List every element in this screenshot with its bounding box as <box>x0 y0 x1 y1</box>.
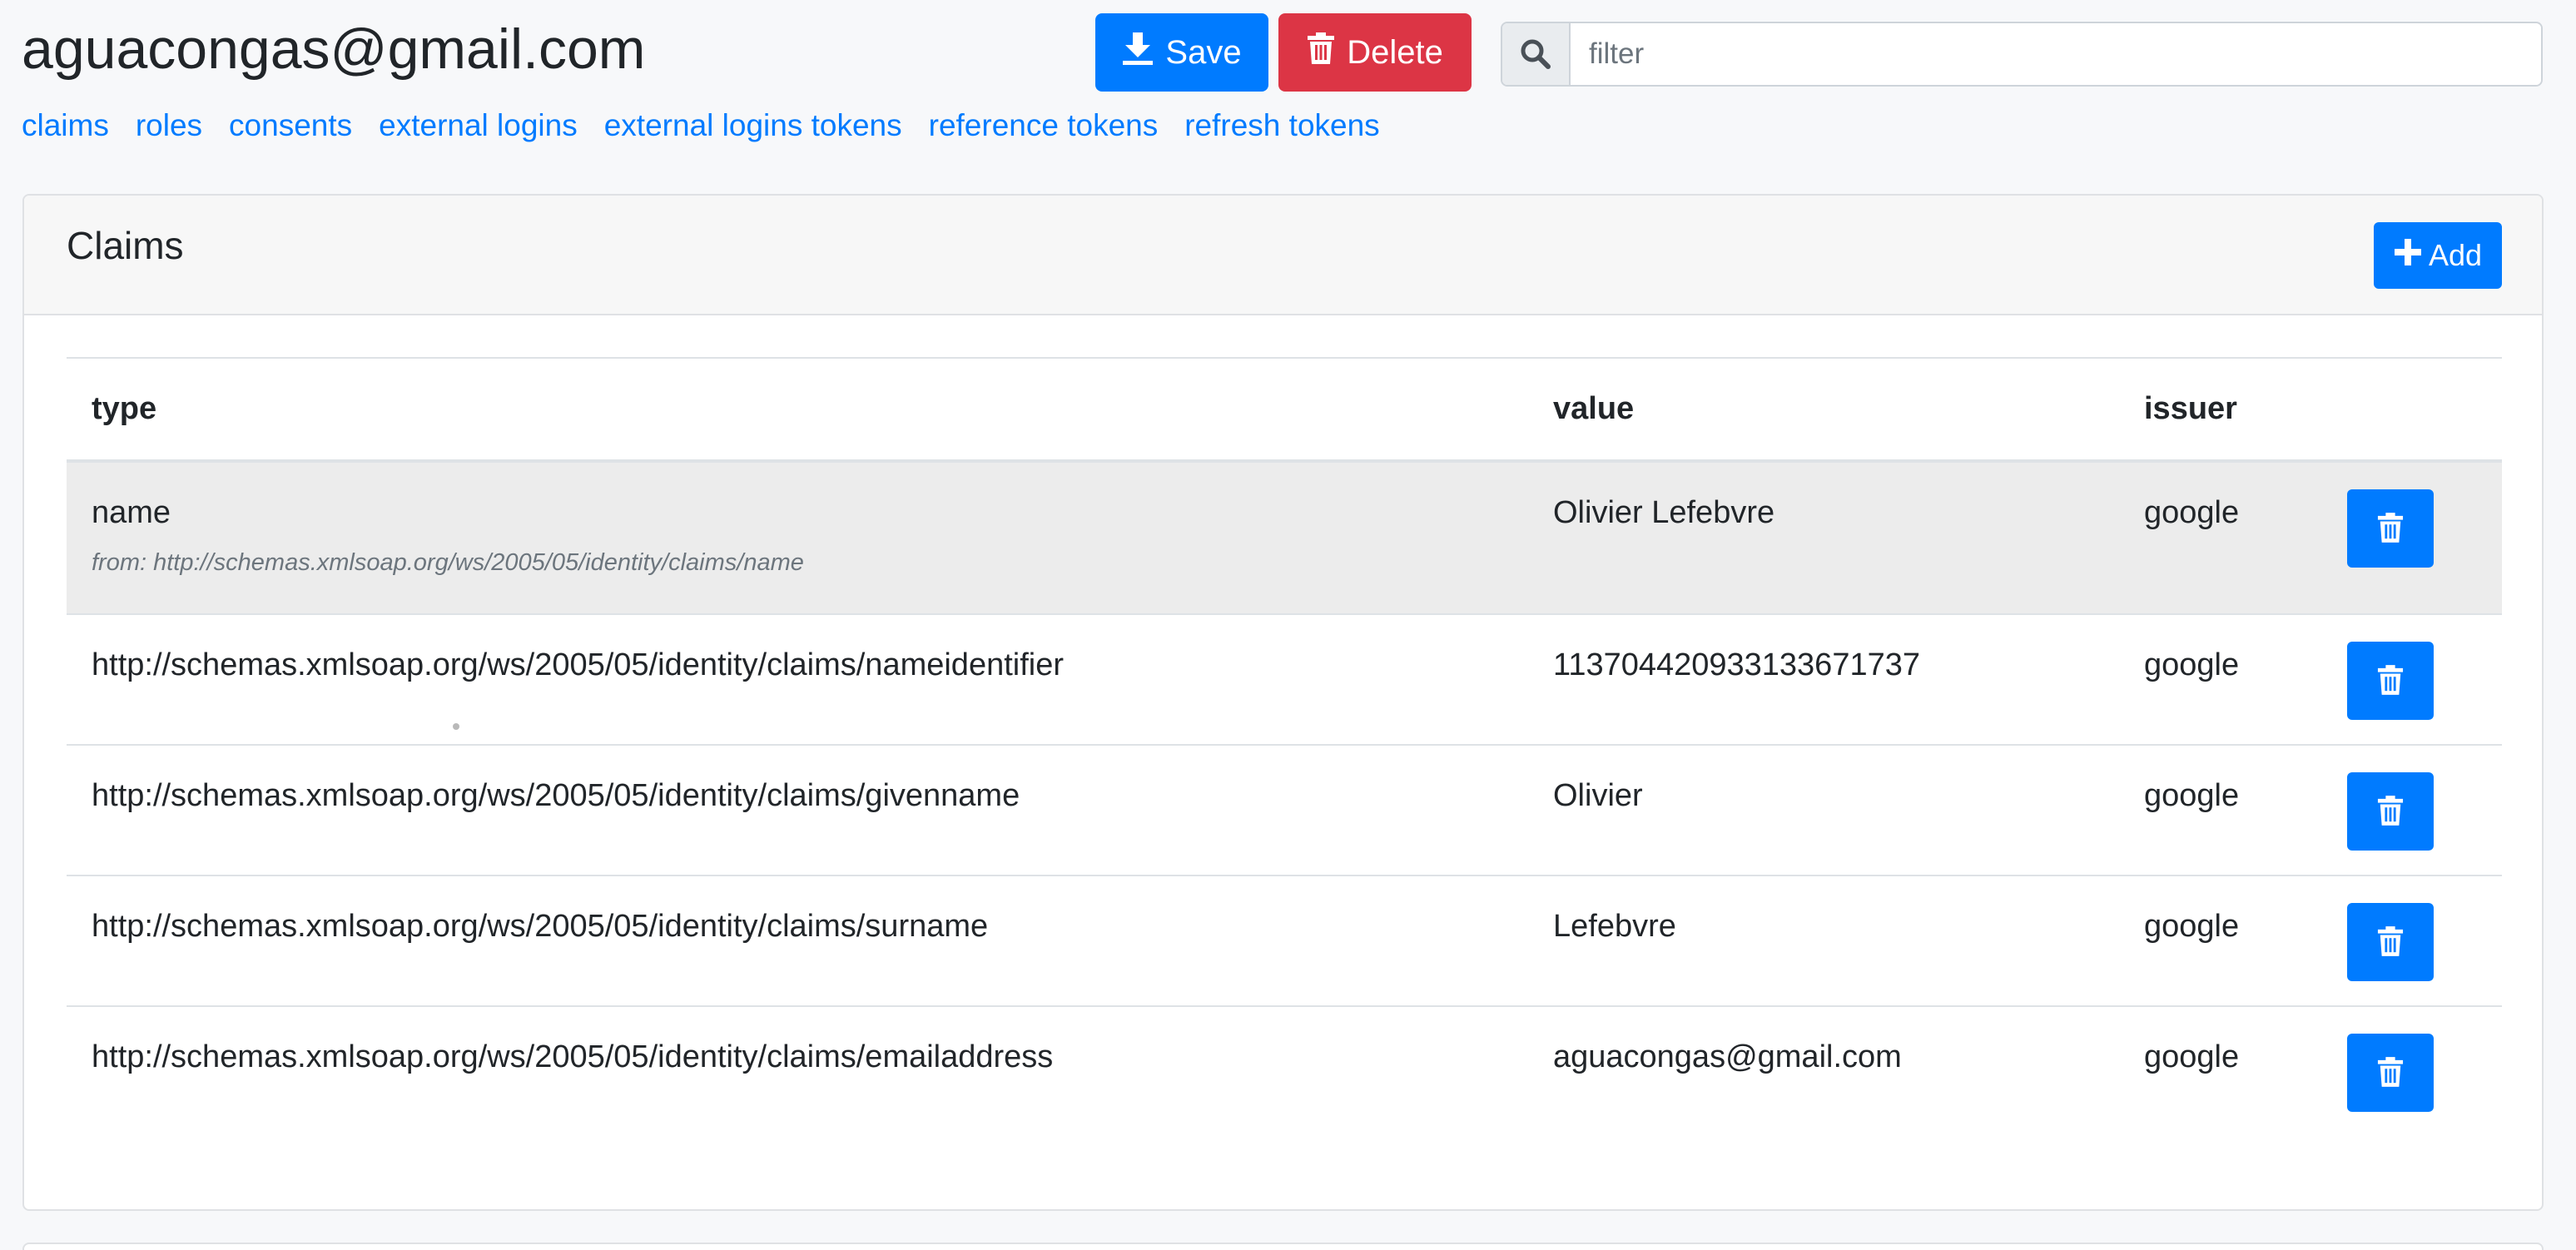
claim-action-cell <box>2322 744 2502 875</box>
claim-type: http://schemas.xmlsoap.org/ws/2005/05/id… <box>92 1039 1054 1074</box>
claims-card: Claims Add type value issuer name from: … <box>22 194 2544 1211</box>
delete-claim-button[interactable] <box>2347 642 2434 720</box>
table-row[interactable]: http://schemas.xmlsoap.org/ws/2005/05/id… <box>67 744 2502 875</box>
nav-link-roles[interactable]: roles <box>136 105 202 146</box>
claim-issuer-cell: google <box>2119 613 2322 745</box>
claims-card-header: Claims Add <box>24 196 2542 315</box>
save-button[interactable]: Save <box>1095 13 1268 92</box>
claim-type-cell: http://schemas.xmlsoap.org/ws/2005/05/id… <box>67 613 1528 745</box>
download-icon <box>1122 31 1154 74</box>
claim-type-cell: http://schemas.xmlsoap.org/ws/2005/05/id… <box>67 1005 1528 1137</box>
filter-group <box>1501 22 2543 87</box>
column-header-value: value <box>1528 357 2119 463</box>
nav-link-consents[interactable]: consents <box>229 105 352 146</box>
claim-issuer-cell: google <box>2119 1005 2322 1137</box>
filter-input[interactable] <box>1571 23 2541 85</box>
table-header-row: type value issuer <box>67 357 2502 463</box>
cursor-dot <box>453 723 459 730</box>
delete-claim-button[interactable] <box>2347 772 2434 851</box>
delete-label: Delete <box>1347 33 1443 71</box>
nav-link-external-logins[interactable]: external logins <box>379 105 578 146</box>
claim-type-cell: http://schemas.xmlsoap.org/ws/2005/05/id… <box>67 744 1528 875</box>
table-row[interactable]: name from: http://schemas.xmlsoap.org/ws… <box>67 461 2502 614</box>
claim-type: name <box>92 495 171 530</box>
claim-type: http://schemas.xmlsoap.org/ws/2005/05/id… <box>92 909 989 944</box>
page-title: aguacongas@gmail.com <box>22 17 646 81</box>
claim-value: Olivier Lefebvre <box>1553 495 1775 530</box>
claim-value: Lefebvre <box>1553 909 1676 944</box>
claim-value-cell: aguacongas@gmail.com <box>1528 1005 2119 1137</box>
trash-icon <box>2377 925 2404 960</box>
trash-icon <box>2377 664 2404 698</box>
claim-issuer: google <box>2144 909 2240 944</box>
trash-icon <box>2377 1056 2404 1090</box>
plus-icon <box>2394 238 2422 274</box>
claim-value-cell: 113704420933133671737 <box>1528 613 2119 745</box>
column-header-actions <box>2322 357 2502 463</box>
claim-issuer-cell: google <box>2119 744 2322 875</box>
nav-link-reference-tokens[interactable]: reference tokens <box>929 105 1159 146</box>
add-claim-button[interactable]: Add <box>2374 222 2502 289</box>
nav-link-refresh-tokens[interactable]: refresh tokens <box>1184 105 1379 146</box>
claim-action-cell <box>2322 461 2502 614</box>
claim-issuer-cell: google <box>2119 461 2322 614</box>
claim-issuer: google <box>2144 647 2240 682</box>
table-row[interactable]: http://schemas.xmlsoap.org/ws/2005/05/id… <box>67 1005 2502 1137</box>
claim-type-cell: http://schemas.xmlsoap.org/ws/2005/05/id… <box>67 875 1528 1006</box>
column-header-type: type <box>67 357 1528 463</box>
claim-value-cell: Olivier Lefebvre <box>1528 461 2119 614</box>
claim-type-cell: name from: http://schemas.xmlsoap.org/ws… <box>67 461 1528 614</box>
claim-type: http://schemas.xmlsoap.org/ws/2005/05/id… <box>92 647 1064 682</box>
section-nav: claims roles consents external logins ex… <box>22 105 1380 146</box>
table-row[interactable]: http://schemas.xmlsoap.org/ws/2005/05/id… <box>67 613 2502 745</box>
delete-claim-button[interactable] <box>2347 1034 2434 1112</box>
next-card-edge <box>22 1243 2544 1250</box>
claim-value: aguacongas@gmail.com <box>1553 1039 1902 1074</box>
claim-value: Olivier <box>1553 778 1643 813</box>
claim-value-cell: Olivier <box>1528 744 2119 875</box>
claim-value: 113704420933133671737 <box>1553 647 1920 682</box>
add-label: Add <box>2428 238 2483 272</box>
trash-icon <box>2377 795 2404 829</box>
claim-type: http://schemas.xmlsoap.org/ws/2005/05/id… <box>92 778 1020 813</box>
claim-issuer: google <box>2144 778 2240 813</box>
claim-action-cell <box>2322 875 2502 1006</box>
delete-button[interactable]: Delete <box>1278 13 1472 92</box>
claims-title: Claims <box>67 224 184 267</box>
delete-claim-button[interactable] <box>2347 489 2434 568</box>
claim-action-cell <box>2322 1005 2502 1137</box>
claim-value-cell: Lefebvre <box>1528 875 2119 1006</box>
search-icon <box>1502 23 1571 85</box>
claims-table: type value issuer name from: http://sche… <box>67 357 2502 1137</box>
claim-issuer: google <box>2144 495 2240 530</box>
claim-action-cell <box>2322 613 2502 745</box>
page: aguacongas@gmail.com Save Delete filter … <box>0 0 2576 1250</box>
trash-icon <box>2377 512 2404 546</box>
nav-link-claims[interactable]: claims <box>22 105 109 146</box>
table-row[interactable]: http://schemas.xmlsoap.org/ws/2005/05/id… <box>67 875 2502 1006</box>
toolbar: Save Delete <box>1095 13 1472 92</box>
delete-claim-button[interactable] <box>2347 903 2434 981</box>
column-header-issuer: issuer <box>2119 357 2322 463</box>
save-label: Save <box>1165 33 1242 71</box>
claim-issuer-cell: google <box>2119 875 2322 1006</box>
trash-icon <box>1307 32 1335 73</box>
nav-link-external-logins-tokens[interactable]: external logins tokens <box>604 105 902 146</box>
claim-source: from: http://schemas.xmlsoap.org/ws/2005… <box>92 549 804 576</box>
claim-issuer: google <box>2144 1039 2240 1074</box>
